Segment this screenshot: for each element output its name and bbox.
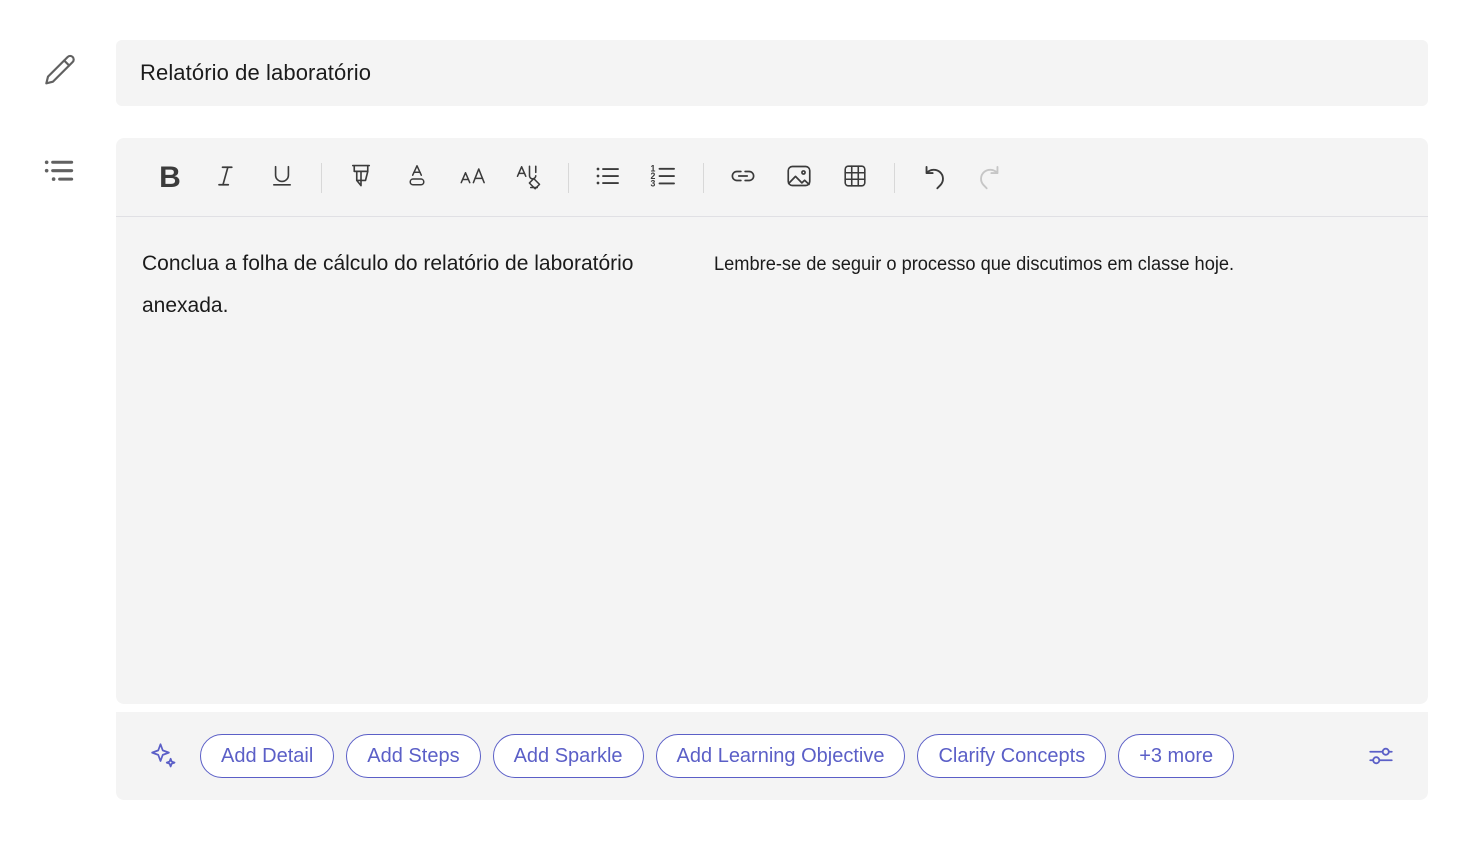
- bulleted-outline-icon[interactable]: [36, 148, 82, 194]
- suggestion-chip-add-sparkle[interactable]: Add Sparkle: [492, 734, 644, 778]
- italic-button[interactable]: [198, 150, 254, 206]
- suggestion-chip-add-detail[interactable]: Add Detail: [200, 734, 335, 778]
- highlight-button[interactable]: [333, 150, 389, 206]
- bold-icon: B: [159, 160, 181, 194]
- suggestion-chip-add-steps[interactable]: Add Steps: [346, 734, 481, 778]
- bulleted-list-button[interactable]: [580, 150, 636, 206]
- clear-formatting-button[interactable]: [501, 150, 557, 206]
- font-size-icon: [458, 161, 488, 194]
- ai-suggestions-bar: Add Detail Add Steps Add Sparkle Add Lea…: [116, 712, 1428, 800]
- undo-icon: [918, 160, 950, 195]
- toolbar-divider: [703, 162, 704, 193]
- insert-image-button[interactable]: [771, 150, 827, 206]
- editor-text-primary: Conclua a folha de cálculo do relatório …: [142, 252, 634, 317]
- toolbar-divider: [894, 162, 895, 193]
- link-icon: [728, 161, 758, 194]
- toolbar-divider: [321, 162, 322, 193]
- editor-text-secondary: Lembre-se de seguir o processo que discu…: [714, 254, 1235, 275]
- numbered-list-button[interactable]: 1 2 3: [636, 150, 692, 206]
- suggestion-chip-clarify-concepts[interactable]: Clarify Concepts: [917, 734, 1107, 778]
- bold-button[interactable]: B: [142, 150, 198, 206]
- font-size-button[interactable]: [445, 150, 501, 206]
- insert-table-button[interactable]: [827, 150, 883, 206]
- italic-icon: [212, 162, 240, 193]
- bulleted-list-icon: [593, 161, 623, 194]
- underline-icon: [268, 162, 296, 193]
- formatting-toolbar: B 1 2 3: [116, 138, 1428, 217]
- numbered-list-icon: 1 2 3: [649, 161, 679, 194]
- underline-button[interactable]: [254, 150, 310, 206]
- redo-icon: [974, 160, 1006, 195]
- font-color-button[interactable]: [389, 150, 445, 206]
- editor-paragraph: Conclua a folha de cálculo do relatório …: [142, 243, 1400, 327]
- editor-content-area[interactable]: Conclua a folha de cálculo do relatório …: [116, 217, 1428, 327]
- assignment-title-field[interactable]: Relatório de laboratório: [116, 40, 1428, 106]
- clear-formatting-icon: [514, 161, 544, 194]
- assignment-title-value: Relatório de laboratório: [140, 60, 372, 85]
- font-color-icon: [403, 162, 431, 193]
- lab-report-editor-page: Relatório de laboratório B 1 2 3 Conclua…: [0, 0, 1460, 844]
- highlighter-icon: [346, 161, 376, 194]
- sparkle-icon: [144, 736, 184, 776]
- pencil-icon[interactable]: [36, 48, 82, 94]
- redo-button[interactable]: [962, 150, 1018, 206]
- suggestion-chip-more[interactable]: +3 more: [1118, 734, 1235, 778]
- svg-text:3: 3: [651, 178, 656, 188]
- table-icon: [841, 162, 869, 193]
- rich-text-editor-card: B 1 2 3 Conclua a folha de cálculo do re…: [116, 138, 1428, 704]
- undo-button[interactable]: [906, 150, 962, 206]
- suggestion-chip-add-learning-objective[interactable]: Add Learning Objective: [655, 734, 906, 778]
- image-icon: [784, 161, 814, 194]
- sliders-settings-icon[interactable]: [1358, 733, 1404, 779]
- insert-link-button[interactable]: [715, 150, 771, 206]
- toolbar-divider: [568, 162, 569, 193]
